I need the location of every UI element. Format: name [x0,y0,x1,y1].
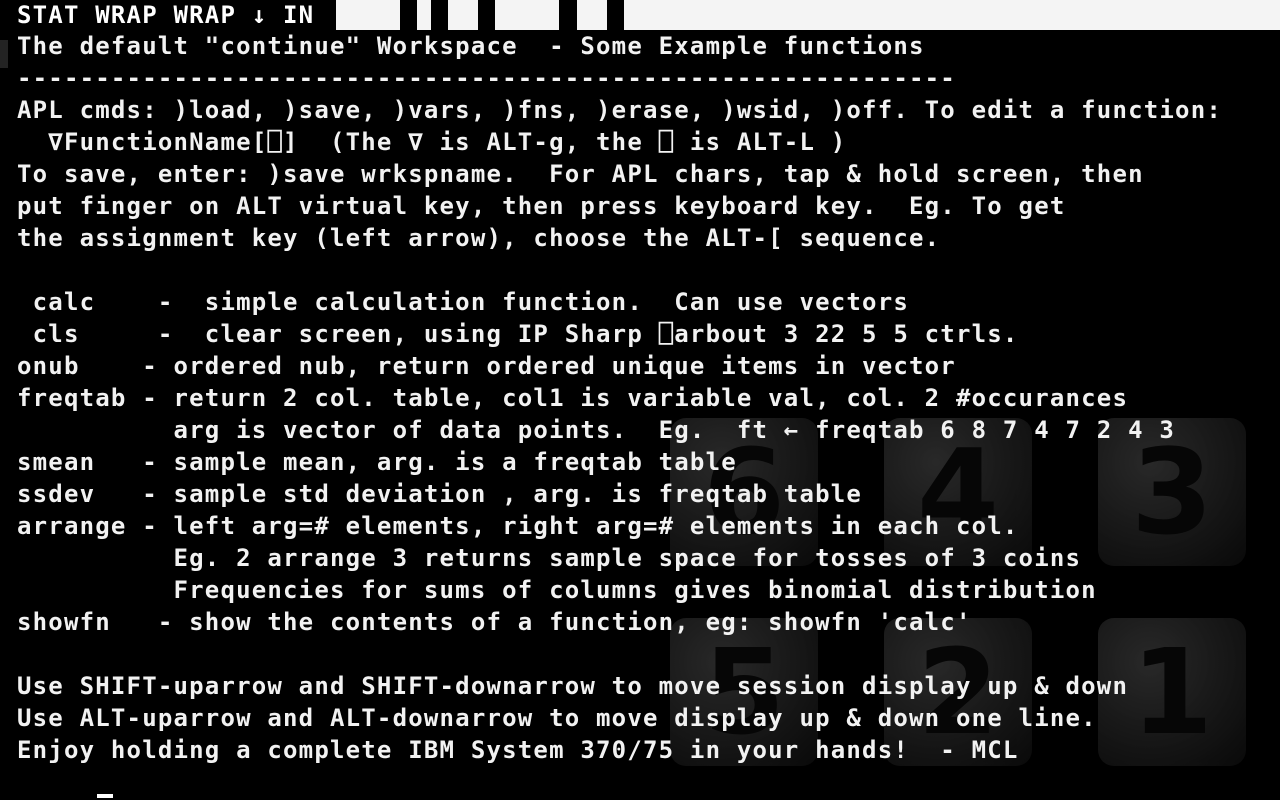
input-cursor[interactable] [97,794,113,798]
session-line: ssdev - sample std deviation , arg. is f… [17,480,863,508]
status-segment [448,0,478,30]
session-line: showfn - show the contents of a function… [17,608,972,636]
session-line: To save, enter: )save wrkspname. For APL… [17,160,1144,188]
status-segment [495,0,559,30]
session-line: onub - ordered nub, return ordered uniqu… [17,352,956,380]
session-line: APL cmds: )load, )save, )vars, )fns, )er… [17,96,1222,124]
session-line: Use SHIFT-uparrow and SHIFT-downarrow to… [17,672,1129,700]
session-line: Frequencies for sums of columns gives bi… [17,576,1097,604]
session-line: cls - clear screen, using IP Sharp ⎕arbo… [17,320,1019,348]
session-line: The default "continue" Workspace - Some … [17,32,925,60]
status-indicators: STAT WRAP WRAP ↓ IN [17,1,315,29]
session-line: Use ALT-uparrow and ALT-downarrow to mov… [17,704,1097,732]
session-line: arg is vector of data points. Eg. ft ← f… [17,416,1176,444]
session-line: put finger on ALT virtual key, then pres… [17,192,1066,220]
left-edge-fragment [0,40,8,68]
status-segment [417,0,431,30]
session-line: Eg. 2 arrange 3 returns sample space for… [17,544,1082,572]
status-segment [336,0,400,30]
status-segment [577,0,607,30]
session-line: smean - sample mean, arg. is a freqtab t… [17,448,737,476]
session-line: ----------------------------------------… [17,64,956,92]
session-line: arrange - left arg=# elements, right arg… [17,512,1019,540]
status-segment [624,0,1280,30]
session-line: calc - simple calculation function. Can … [17,288,910,316]
session-line: ∇FunctionName[⎕] (The ∇ is ALT-g, the ⎕ … [17,128,847,156]
session-line: Enjoy holding a complete IBM System 370/… [17,736,1019,764]
status-bar: STAT WRAP WRAP ↓ IN [0,0,1280,30]
session-line: freqtab - return 2 col. table, col1 is v… [17,384,1129,412]
session-line: the assignment key (left arrow), choose … [17,224,941,252]
